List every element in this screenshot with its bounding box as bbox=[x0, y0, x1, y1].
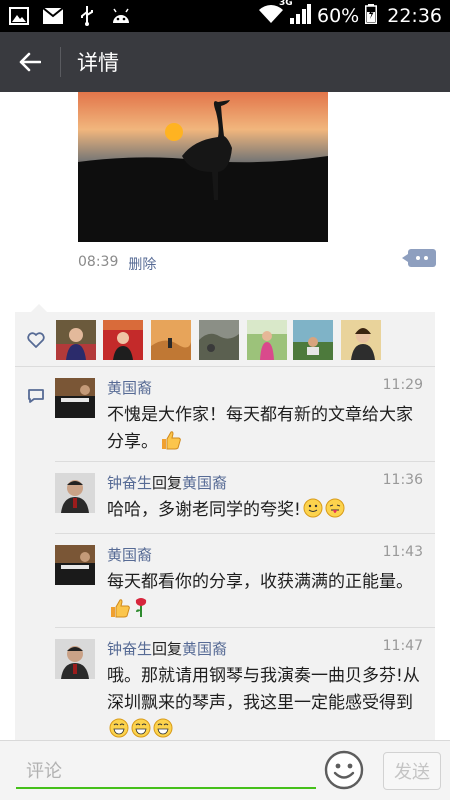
wifi-icon bbox=[259, 4, 283, 28]
comment-item[interactable]: 钟奋生 回复 黄国裔 11:47 哦。那就请用钢琴与我演奏一曲贝多芬!从深圳飘来… bbox=[55, 628, 435, 740]
back-button[interactable] bbox=[0, 32, 60, 92]
comment-header: 钟奋生 回复 黄国裔 11:36 bbox=[107, 472, 423, 493]
like-avatar[interactable] bbox=[199, 320, 239, 360]
post-photo[interactable] bbox=[78, 92, 328, 242]
commenter-name[interactable]: 黄国裔 bbox=[107, 544, 152, 565]
image-icon bbox=[8, 7, 30, 25]
post-meta: 08:39 删除 bbox=[78, 254, 156, 274]
like-avatar[interactable] bbox=[341, 320, 381, 360]
tongue-emoji-icon bbox=[325, 498, 345, 527]
smile-emoji-icon bbox=[303, 498, 323, 527]
thumbs-up-icon bbox=[109, 598, 131, 627]
comment-header: 钟奋生 回复 黄国裔 11:47 bbox=[107, 638, 423, 659]
comment-item[interactable]: 黄国裔 11:43 每天都看你的分享，收获满满的正能量。 bbox=[55, 534, 435, 628]
reply-to-name[interactable]: 黄国裔 bbox=[182, 638, 227, 659]
commenter-avatar[interactable] bbox=[55, 378, 95, 418]
comment-text-block: 哦。那就请用钢琴与我演奏一曲贝多芬!从深圳飘来的琴声，我这里一定能感受得到 bbox=[107, 663, 427, 740]
usb-icon bbox=[76, 6, 98, 26]
clock: 22:36 bbox=[387, 5, 442, 27]
more-dot bbox=[424, 256, 428, 260]
comment-time: 11:36 bbox=[382, 472, 423, 488]
reply-word: 回复 bbox=[152, 640, 183, 658]
more-actions-button[interactable] bbox=[402, 249, 436, 267]
title-bar: 详情 bbox=[0, 32, 450, 92]
back-arrow-icon bbox=[19, 52, 41, 72]
send-button[interactable]: 发送 bbox=[383, 752, 441, 790]
mail-icon bbox=[42, 7, 64, 25]
comment-header: 黄国裔 11:43 bbox=[107, 544, 423, 565]
like-avatar[interactable] bbox=[293, 320, 333, 360]
comment-input[interactable] bbox=[16, 755, 316, 789]
comment-time: 11:29 bbox=[382, 377, 423, 393]
reply-word: 回复 bbox=[152, 474, 183, 492]
title-divider bbox=[60, 47, 61, 77]
post-time: 08:39 bbox=[78, 254, 119, 270]
signal-icon: 3G bbox=[279, 0, 311, 29]
comment-text-block: 不愧是大作家！每天都有新的文章给大家分享。 bbox=[107, 402, 427, 459]
comment-item[interactable]: 钟奋生 回复 黄国裔 11:36 哈哈，多谢老同学的夸奖! bbox=[55, 462, 435, 534]
comment-time: 11:47 bbox=[382, 638, 423, 654]
like-avatar[interactable] bbox=[151, 320, 191, 360]
like-avatar[interactable] bbox=[103, 320, 143, 360]
comment-item[interactable]: 黄国裔 11:29 不愧是大作家！每天都有新的文章给大家分享。 bbox=[55, 367, 435, 462]
content-area: 08:39 删除 黄国裔 11:29 不愧是大作家！每天都有新的文章给大家分享。… bbox=[0, 92, 450, 740]
comment-text: 哦。那就请用钢琴与我演奏一曲贝多芬!从深圳飘来的琴声，我这里一定能感受得到 bbox=[107, 666, 420, 713]
network-type: 3G bbox=[279, 0, 293, 8]
comment-text-block: 每天都看你的分享，收获满满的正能量。 bbox=[107, 569, 427, 627]
likes-row bbox=[15, 312, 435, 367]
heart-icon bbox=[27, 332, 45, 348]
commenter-name[interactable]: 钟奋生 bbox=[107, 638, 152, 659]
comment-text-block: 哈哈，多谢老同学的夸奖! bbox=[107, 497, 427, 527]
comment-text: 每天都看你的分享，收获满满的正能量。 bbox=[107, 572, 413, 592]
comment-time: 11:43 bbox=[382, 544, 423, 560]
interaction-panel: 黄国裔 11:29 不愧是大作家！每天都有新的文章给大家分享。 钟奋生 回复 黄… bbox=[15, 304, 435, 740]
comment-text: 不愧是大作家！每天都有新的文章给大家分享。 bbox=[107, 405, 413, 452]
comment-icon bbox=[28, 389, 44, 403]
delete-link[interactable]: 删除 bbox=[128, 254, 156, 274]
rose-icon bbox=[133, 596, 149, 627]
commenter-avatar[interactable] bbox=[55, 473, 95, 513]
commenter-avatar[interactable] bbox=[55, 545, 95, 585]
reply-to-name[interactable]: 黄国裔 bbox=[182, 472, 227, 493]
like-avatar[interactable] bbox=[247, 320, 287, 360]
grin-emoji-icon bbox=[109, 718, 129, 740]
battery-icon bbox=[365, 3, 378, 29]
status-bar: 3G 60% 22:36 bbox=[0, 0, 450, 32]
battery-percent: 60% bbox=[317, 5, 360, 27]
comment-text: 哈哈，多谢老同学的夸奖! bbox=[107, 500, 301, 520]
like-avatar[interactable] bbox=[56, 320, 96, 360]
android-icon bbox=[110, 7, 132, 25]
grin-emoji-icon bbox=[131, 718, 151, 740]
smiley-icon bbox=[324, 750, 364, 790]
commenter-name[interactable]: 钟奋生 bbox=[107, 472, 152, 493]
commenter-name[interactable]: 黄国裔 bbox=[107, 377, 152, 398]
thumbs-up-icon bbox=[160, 430, 182, 459]
grin-emoji-icon bbox=[153, 718, 173, 740]
emoji-button[interactable] bbox=[324, 750, 364, 790]
comment-header: 黄国裔 11:29 bbox=[107, 377, 423, 398]
comment-bar: 发送 bbox=[0, 740, 450, 800]
page-title: 详情 bbox=[77, 51, 119, 75]
commenter-avatar[interactable] bbox=[55, 639, 95, 679]
more-dot bbox=[416, 256, 420, 260]
